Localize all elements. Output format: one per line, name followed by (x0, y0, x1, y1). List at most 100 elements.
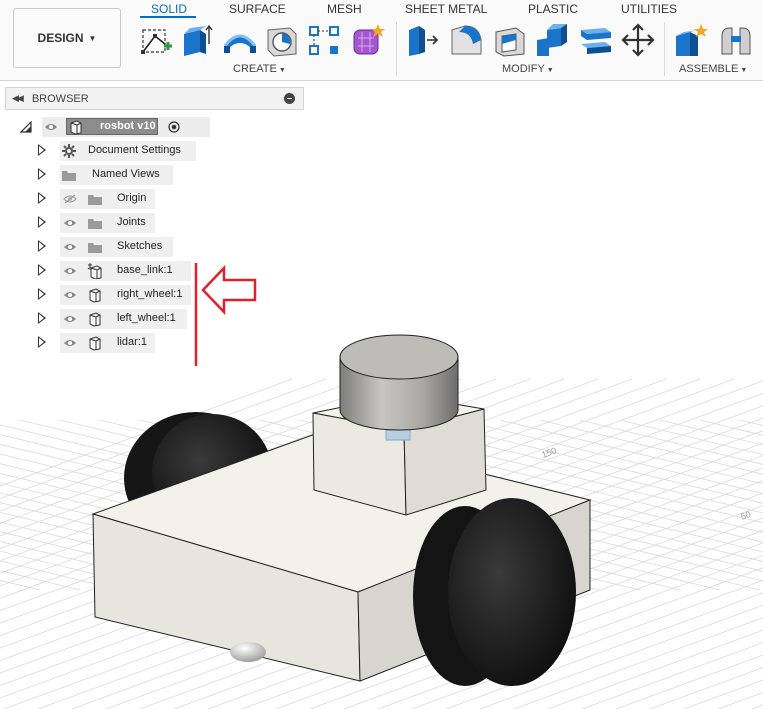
pattern-button[interactable] (306, 22, 342, 58)
caret-down-icon: ▼ (88, 33, 97, 43)
browser-item-label: Origin (117, 192, 147, 204)
activate-radio-icon[interactable] (168, 121, 180, 133)
new-component-icon (676, 24, 708, 56)
combine-icon (537, 24, 567, 56)
tab-sheet-metal[interactable]: SHEET METAL (405, 2, 487, 16)
grid-line (739, 419, 763, 426)
tab-plastic[interactable]: PLASTIC (528, 2, 578, 16)
grid-line (659, 419, 763, 446)
right-wheel[interactable] (413, 498, 576, 686)
collapse-left-icon[interactable]: ◀◀ (12, 93, 24, 104)
expand-arrow-icon[interactable] (38, 288, 46, 300)
press-pull-button[interactable] (405, 22, 441, 58)
caret-down-icon: ▼ (546, 67, 554, 74)
browser-item-label: base_link:1 (117, 264, 173, 276)
visibility-eye-icon[interactable] (63, 218, 77, 228)
joint-icon (721, 27, 751, 55)
expand-arrow-icon[interactable] (38, 336, 46, 348)
align-icon (581, 28, 611, 54)
expand-arrow-icon[interactable] (38, 168, 46, 180)
visibility-eye-icon[interactable] (63, 314, 77, 324)
press-pull-icon (409, 26, 439, 56)
fillet-button[interactable] (449, 22, 485, 58)
joint-button[interactable] (718, 22, 754, 58)
gear-icon (62, 144, 76, 158)
browser-item-row[interactable]: Named Views (38, 165, 208, 185)
folder-icon (88, 219, 102, 229)
hidden-eye-icon[interactable] (63, 194, 77, 204)
browser-item-row[interactable]: base_link:1 (38, 261, 208, 281)
browser-item-row[interactable]: Sketches (38, 237, 208, 257)
browser-item-label: Joints (117, 216, 146, 228)
expanded-triangle-icon[interactable] (20, 121, 32, 133)
browser-item-label: lidar:1 (117, 336, 147, 348)
modify-menu[interactable]: MODIFY ▼ (502, 63, 554, 75)
workspace-label: DESIGN (37, 31, 84, 45)
visibility-eye-icon[interactable] (63, 338, 77, 348)
revolve-button[interactable] (222, 22, 258, 58)
create-sketch-button[interactable] (137, 22, 173, 58)
folder-icon (88, 195, 102, 205)
revolve-icon (223, 34, 257, 53)
move-copy-button[interactable] (620, 22, 656, 58)
browser-item-row[interactable]: right_wheel:1 (38, 285, 208, 305)
grid-line (0, 570, 81, 591)
tab-surface[interactable]: SURFACE (229, 2, 286, 16)
browser-item-label: Named Views (92, 168, 160, 180)
browser-item-row[interactable]: Origin (38, 189, 208, 209)
lidar-body[interactable] (339, 334, 459, 431)
browser-root-row[interactable]: rosbot v10 (20, 117, 210, 137)
expand-arrow-icon[interactable] (38, 312, 46, 324)
shell-button[interactable] (492, 22, 528, 58)
tab-solid[interactable]: SOLID (151, 2, 187, 16)
browser-item-row[interactable]: Document Settings (38, 141, 208, 161)
visibility-eye-icon[interactable] (63, 242, 77, 252)
browser-item-row[interactable]: left_wheel:1 (38, 309, 208, 329)
caster-ball (230, 642, 266, 662)
ribbon-toolbar: DESIGN ▼ SOLID SURFACE MESH SHEET METAL … (0, 0, 763, 81)
browser-header[interactable]: ◀◀ BROWSER (5, 87, 304, 110)
visibility-eye-icon[interactable] (44, 122, 58, 132)
visibility-eye-icon[interactable] (63, 266, 77, 276)
browser-item-row[interactable]: lidar:1 (38, 333, 208, 353)
assemble-label: ASSEMBLE (679, 63, 739, 75)
caret-down-icon: ▼ (278, 67, 286, 74)
combine-button[interactable] (535, 22, 571, 58)
fillet-icon (451, 25, 482, 55)
browser-item-row[interactable]: Joints (38, 213, 208, 233)
new-component-button[interactable] (674, 22, 710, 58)
joint-origin-glyph (385, 429, 411, 441)
expand-arrow-icon[interactable] (38, 264, 46, 276)
visibility-eye-icon[interactable] (63, 290, 77, 300)
component-icon (70, 120, 82, 135)
extrude-icon (184, 24, 213, 56)
grounded-component-icon (87, 263, 102, 279)
modify-label: MODIFY (502, 63, 545, 75)
expand-arrow-icon[interactable] (38, 216, 46, 228)
create-form-button[interactable] (350, 22, 386, 58)
create-menu[interactable]: CREATE ▼ (233, 63, 286, 75)
hole-button[interactable] (264, 22, 300, 58)
grid-line (751, 704, 763, 709)
extrude-button[interactable] (178, 22, 214, 58)
tab-utilities[interactable]: UTILITIES (621, 2, 677, 16)
caret-down-icon: ▼ (740, 67, 748, 74)
folder-icon (62, 171, 76, 181)
grid-line (717, 692, 763, 709)
component-icon (89, 312, 101, 327)
align-button[interactable] (577, 22, 613, 58)
sketch-icon (141, 29, 172, 54)
expand-arrow-icon[interactable] (38, 240, 46, 252)
assemble-menu[interactable]: ASSEMBLE ▼ (679, 63, 747, 75)
folder-icon (88, 243, 102, 253)
workspace-switcher[interactable]: DESIGN ▼ (13, 8, 121, 68)
ribbon-divider (396, 22, 397, 76)
pattern-icon (309, 26, 339, 55)
browser-item-label: left_wheel:1 (117, 312, 176, 324)
tab-mesh[interactable]: MESH (327, 2, 362, 16)
browser-item-label: Sketches (117, 240, 163, 252)
expand-arrow-icon[interactable] (38, 144, 46, 156)
grid-label: 150 (540, 445, 558, 460)
minimize-icon[interactable] (284, 93, 295, 104)
expand-arrow-icon[interactable] (38, 192, 46, 204)
